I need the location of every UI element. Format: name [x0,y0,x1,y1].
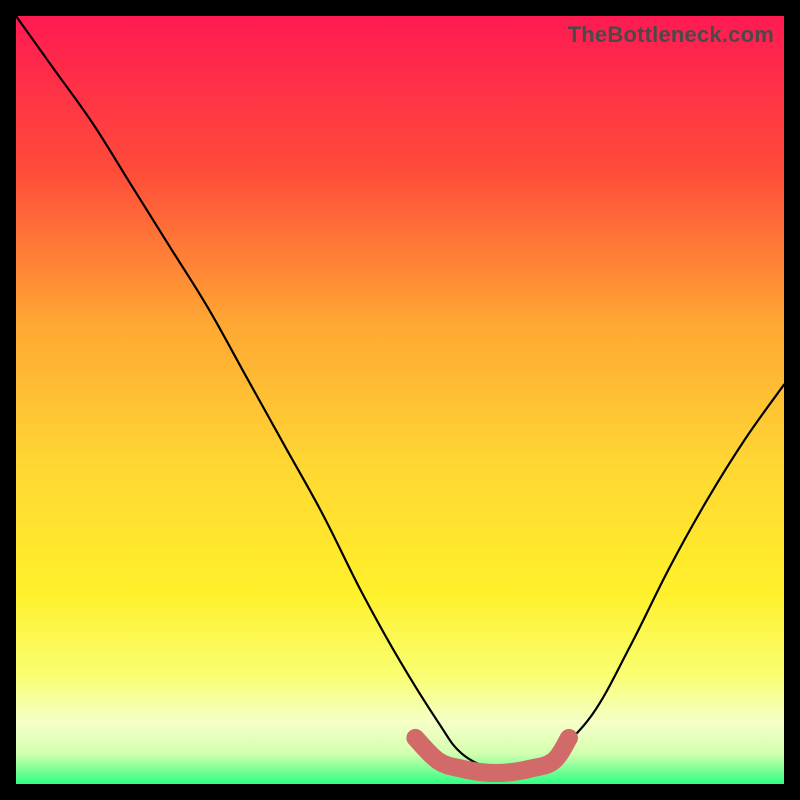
optimal-range-marker [415,738,569,773]
chart-frame: TheBottleneck.com [16,16,784,784]
marker-layer [16,16,784,784]
